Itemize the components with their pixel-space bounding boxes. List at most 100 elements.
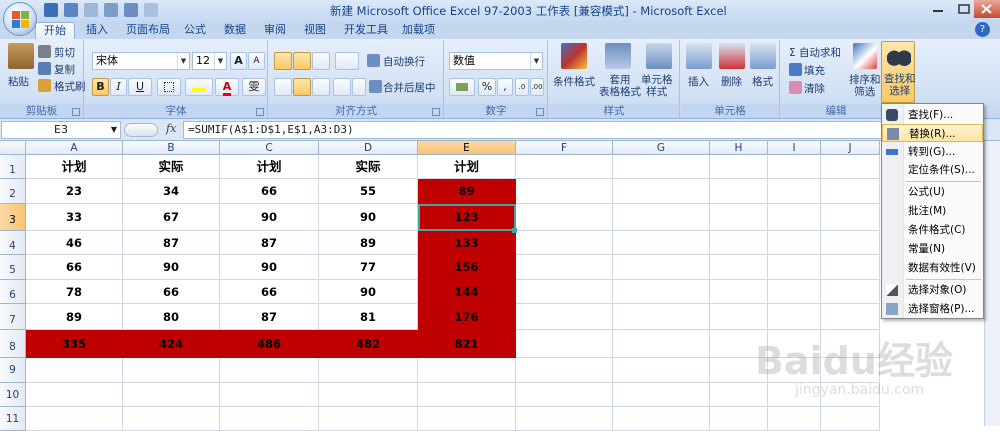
align-right-button[interactable] (312, 78, 330, 96)
table-cell[interactable]: 123 (418, 204, 516, 231)
align-middle-button[interactable] (293, 52, 311, 70)
tab-developer[interactable]: 开发工具 (336, 22, 396, 39)
function-wizard-icon[interactable] (124, 123, 158, 137)
table-cell[interactable]: 78 (26, 280, 123, 304)
menu-item-data-validation[interactable]: 数据有效性(V) (882, 259, 983, 277)
vertical-scrollbar[interactable] (984, 141, 1000, 426)
table-cell[interactable] (710, 179, 768, 204)
chevron-down-icon[interactable]: ▼ (111, 122, 117, 138)
table-cell[interactable]: 66 (220, 280, 319, 304)
header-cell[interactable]: 计划 (418, 155, 516, 179)
table-cell[interactable] (768, 155, 821, 179)
table-cell[interactable] (821, 407, 880, 431)
delete-cells-icon[interactable] (719, 43, 745, 69)
borders-button[interactable] (157, 78, 181, 96)
table-cell[interactable] (516, 304, 613, 330)
menu-item-constants[interactable]: 常量(N) (882, 240, 983, 258)
table-cell[interactable]: 77 (319, 255, 418, 280)
delete-cells-button[interactable]: 删除 (721, 74, 742, 89)
table-cell[interactable] (613, 231, 710, 255)
insert-cells-icon[interactable] (686, 43, 712, 69)
table-cell[interactable] (768, 407, 821, 431)
chevron-down-icon[interactable]: ▼ (177, 53, 189, 69)
table-cell[interactable]: 821 (418, 330, 516, 358)
header-cell[interactable]: 实际 (319, 155, 418, 179)
table-cell[interactable]: 335 (26, 330, 123, 358)
table-cell[interactable] (319, 407, 418, 431)
chevron-down-icon[interactable]: ▼ (530, 53, 542, 69)
row-header[interactable]: 4 (0, 231, 26, 255)
table-cell[interactable]: 34 (123, 179, 220, 204)
increase-indent-button[interactable] (352, 78, 366, 96)
fill-color-button[interactable] (185, 78, 213, 96)
format-as-table-button[interactable]: 套用 表格格式 (599, 74, 641, 98)
table-cell[interactable]: 66 (26, 255, 123, 280)
header-cell[interactable]: 计划 (220, 155, 319, 179)
table-cell[interactable] (516, 280, 613, 304)
table-cell[interactable] (710, 280, 768, 304)
menu-item-replace[interactable]: 替换(R)... (882, 124, 983, 142)
table-cell[interactable] (613, 330, 710, 358)
header-cell[interactable]: 实际 (123, 155, 220, 179)
table-cell[interactable] (821, 204, 880, 231)
table-cell[interactable]: 90 (319, 280, 418, 304)
table-cell[interactable] (516, 383, 613, 407)
table-cell[interactable]: 33 (26, 204, 123, 231)
table-cell[interactable]: 90 (220, 204, 319, 231)
font-color-button[interactable]: A (215, 78, 239, 96)
alignment-launcher-icon[interactable] (432, 108, 440, 116)
formula-input[interactable]: =SUMIF(A$1:D$1,E$1,A3:D3) (183, 121, 883, 139)
insert-function-button[interactable]: fx (166, 122, 176, 135)
row-header[interactable]: 10 (0, 383, 26, 407)
tab-review[interactable]: 审阅 (256, 22, 294, 39)
help-icon[interactable]: ? (975, 22, 990, 37)
align-bottom-button[interactable] (312, 52, 330, 70)
font-name-combo[interactable]: 宋体 ▼ (92, 52, 190, 70)
table-cell[interactable] (26, 358, 123, 383)
table-cell[interactable] (821, 155, 880, 179)
table-cell[interactable] (710, 255, 768, 280)
menu-item-goto[interactable]: 转到(G)... (882, 143, 983, 161)
table-cell[interactable] (220, 358, 319, 383)
redo-icon[interactable] (84, 3, 98, 17)
table-cell[interactable] (418, 407, 516, 431)
table-cell[interactable] (821, 280, 880, 304)
table-cell[interactable] (26, 383, 123, 407)
header-cell[interactable]: 计划 (26, 155, 123, 179)
column-header[interactable]: H (710, 141, 768, 155)
wrap-text-button[interactable]: 自动换行 (383, 54, 425, 69)
bold-button[interactable]: B (92, 78, 109, 96)
redo-dropdown-icon[interactable] (144, 3, 158, 17)
column-header[interactable]: C (220, 141, 319, 155)
table-cell[interactable] (516, 179, 613, 204)
sort-filter-button[interactable]: 排序和 筛选 (849, 74, 881, 98)
table-cell[interactable] (516, 407, 613, 431)
paste-icon[interactable] (8, 43, 34, 69)
insert-cells-button[interactable]: 插入 (688, 74, 709, 89)
table-cell[interactable]: 90 (123, 255, 220, 280)
table-cell[interactable] (768, 280, 821, 304)
row-header[interactable]: 3 (0, 204, 26, 231)
table-cell[interactable] (821, 179, 880, 204)
quick-print-icon[interactable] (124, 3, 138, 17)
tab-view[interactable]: 视图 (296, 22, 334, 39)
number-launcher-icon[interactable] (536, 108, 544, 116)
chevron-down-icon[interactable]: ▼ (214, 53, 226, 69)
table-cell[interactable] (768, 179, 821, 204)
table-cell[interactable] (319, 383, 418, 407)
table-cell[interactable]: 81 (319, 304, 418, 330)
conditional-format-button[interactable]: 条件格式 (553, 74, 595, 89)
table-cell[interactable] (418, 383, 516, 407)
format-cells-button[interactable]: 格式 (752, 74, 773, 89)
table-cell[interactable]: 144 (418, 280, 516, 304)
align-left-button[interactable] (274, 78, 292, 96)
table-cell[interactable] (613, 179, 710, 204)
menu-item-formulas[interactable]: 公式(U) (882, 183, 983, 201)
format-painter-icon[interactable] (38, 79, 51, 92)
table-cell[interactable]: 23 (26, 179, 123, 204)
table-cell[interactable]: 67 (123, 204, 220, 231)
table-cell[interactable] (220, 407, 319, 431)
select-all-corner[interactable] (0, 141, 26, 155)
table-cell[interactable]: 482 (319, 330, 418, 358)
wrap-text-icon[interactable] (367, 54, 380, 67)
